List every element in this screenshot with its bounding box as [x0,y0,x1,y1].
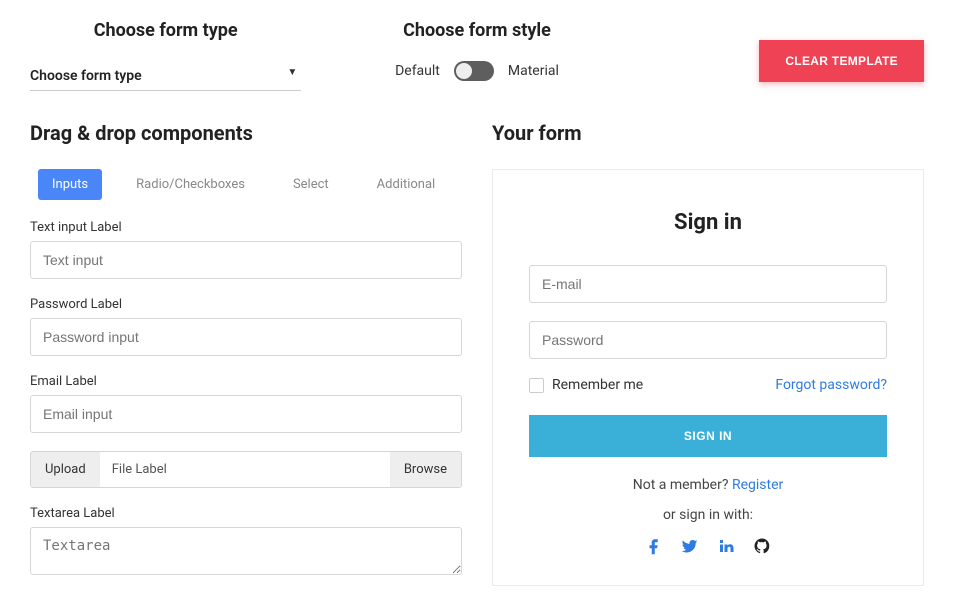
password-input-group[interactable]: Password Label [30,297,462,356]
remember-checkbox[interactable] [529,378,544,393]
tab-additional[interactable]: Additional [363,169,450,200]
signin-title: Sign in [529,210,887,235]
form-style-heading: Choose form style [341,20,612,41]
form-type-heading: Choose form type [30,20,301,41]
tab-inputs[interactable]: Inputs [38,169,102,200]
style-toggle-row: Default Material [341,61,612,81]
form-preview-heading: Your form [492,121,924,145]
twitter-icon[interactable] [681,537,699,555]
text-input-group[interactable]: Text input Label [30,220,462,279]
text-input-label: Text input Label [30,220,462,235]
component-tabs: Inputs Radio/Checkboxes Select Additiona… [30,169,462,200]
register-link[interactable]: Register [732,477,783,493]
file-label-text: File Label [100,452,390,487]
textarea-label: Textarea Label [30,506,462,521]
remember-label: Remember me [552,377,643,393]
style-default-label: Default [395,63,440,79]
email-input-label: Email Label [30,374,462,389]
email-input-field[interactable] [30,395,462,433]
components-panel: Drag & drop components Inputs Radio/Chec… [30,121,462,597]
top-controls: Choose form type Choose form type ▼ Choo… [30,20,924,91]
password-input-label: Password Label [30,297,462,312]
tab-select[interactable]: Select [279,169,343,200]
text-input-field[interactable] [30,241,462,279]
textarea-group[interactable]: Textarea Label [30,506,462,579]
file-input-row: Upload File Label Browse [30,451,462,488]
file-browse-button[interactable]: Browse [390,452,461,487]
signin-password-input[interactable] [529,321,887,359]
form-type-select[interactable]: Choose form type ▼ [30,61,301,91]
not-member-row: Not a member? Register [529,477,887,493]
facebook-icon[interactable] [645,537,663,555]
signin-form: Sign in Remember me Forgot password? SIG… [492,169,924,586]
style-material-label: Material [508,63,559,79]
signin-button[interactable]: SIGN IN [529,415,887,457]
email-input-group[interactable]: Email Label [30,374,462,433]
form-type-selected: Choose form type [30,68,142,84]
remember-me-wrap[interactable]: Remember me [529,377,643,393]
form-preview-panel: Your form Sign in Remember me Forgot pas… [492,121,924,597]
caret-down-icon: ▼ [287,67,297,78]
tab-radio-checkboxes[interactable]: Radio/Checkboxes [122,169,259,200]
not-member-text: Not a member? [633,477,732,493]
or-signin-text: or sign in with: [529,507,887,523]
signin-email-input[interactable] [529,265,887,303]
file-upload-button[interactable]: Upload [31,452,100,487]
textarea-field[interactable] [30,527,462,575]
clear-column: CLEAR TEMPLATE [653,20,924,82]
form-style-column: Choose form style Default Material [341,20,612,81]
github-icon[interactable] [753,537,771,555]
form-type-column: Choose form type Choose form type ▼ [30,20,301,91]
file-input-group[interactable]: Upload File Label Browse [30,451,462,488]
main-row: Drag & drop components Inputs Radio/Chec… [30,121,924,597]
remember-forgot-row: Remember me Forgot password? [529,377,887,393]
clear-template-button[interactable]: CLEAR TEMPLATE [759,40,924,82]
linkedin-icon[interactable] [717,537,735,555]
social-icons-row [529,537,887,555]
components-heading: Drag & drop components [30,121,462,145]
forgot-password-link[interactable]: Forgot password? [775,377,887,393]
style-toggle[interactable] [454,61,494,81]
password-input-field[interactable] [30,318,462,356]
signin-password-group [529,321,887,359]
signin-email-group [529,265,887,303]
